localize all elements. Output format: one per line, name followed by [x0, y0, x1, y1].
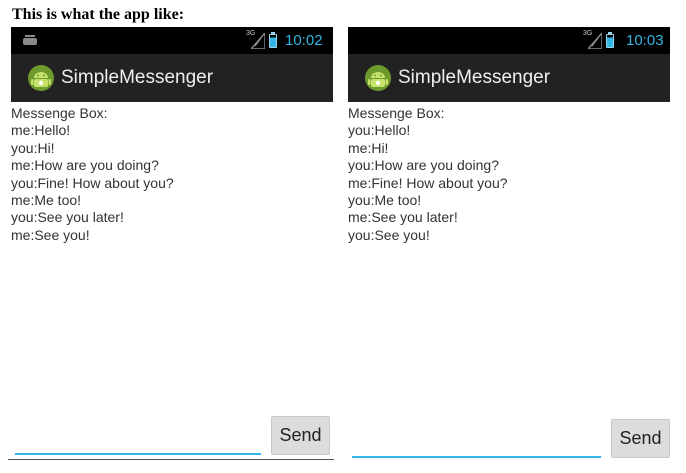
divider-line: [8, 459, 334, 460]
battery-icon: [606, 32, 614, 48]
message-line: me:Fine! How about you?: [348, 174, 508, 191]
device-status-icon: [23, 35, 37, 45]
status-bar: 3G 10:02: [11, 27, 333, 54]
message-line: you:Hello!: [348, 122, 411, 139]
phone-screen-2: 3G 10:03 SimpleMessenger Messenge Box: y…: [348, 27, 670, 473]
action-bar: SimpleMessenger: [348, 54, 670, 102]
message-box-label: Messenge Box:: [348, 105, 445, 121]
status-bar: 3G 10:03: [348, 27, 670, 54]
message-input[interactable]: [15, 441, 261, 455]
message-line: you:Fine! How about you?: [11, 174, 174, 191]
app-title: SimpleMessenger: [61, 67, 214, 88]
message-box-label: Messenge Box:: [11, 105, 108, 121]
send-button[interactable]: Send: [271, 416, 330, 455]
message-input[interactable]: [352, 444, 601, 458]
page-caption: This is what the app like:: [12, 6, 185, 23]
message-box: Messenge Box: me:Hello! you:Hi! me:How a…: [11, 105, 333, 244]
message-line: you:See you later!: [11, 209, 124, 226]
status-clock: 10:03: [626, 32, 664, 49]
message-line: you:Hi!: [11, 139, 55, 156]
message-line: me:See you!: [11, 226, 90, 243]
message-line: me:How are you doing?: [11, 157, 159, 174]
app-title: SimpleMessenger: [398, 67, 551, 88]
signal-icon: [588, 33, 602, 49]
status-clock: 10:02: [285, 32, 323, 49]
battery-icon: [269, 32, 277, 48]
message-line: you:See you!: [348, 226, 430, 243]
message-line: me:Hi!: [348, 139, 389, 156]
signal-icon: [251, 33, 265, 49]
phone-screen-1: 3G 10:02 SimpleMessenger Messenge Box: m…: [11, 27, 333, 473]
action-bar: SimpleMessenger: [11, 54, 333, 102]
send-button[interactable]: Send: [611, 419, 670, 458]
message-line: me:Me too!: [11, 192, 82, 209]
message-line: you:How are you doing?: [348, 157, 499, 174]
message-line: me:See you later!: [348, 209, 458, 226]
message-line: you:Me too!: [348, 192, 422, 209]
message-line: me:Hello!: [11, 122, 71, 139]
android-robot-icon: [28, 65, 54, 91]
android-robot-icon: [365, 65, 391, 91]
message-box: Messenge Box: you:Hello! me:Hi! you:How …: [348, 105, 670, 244]
